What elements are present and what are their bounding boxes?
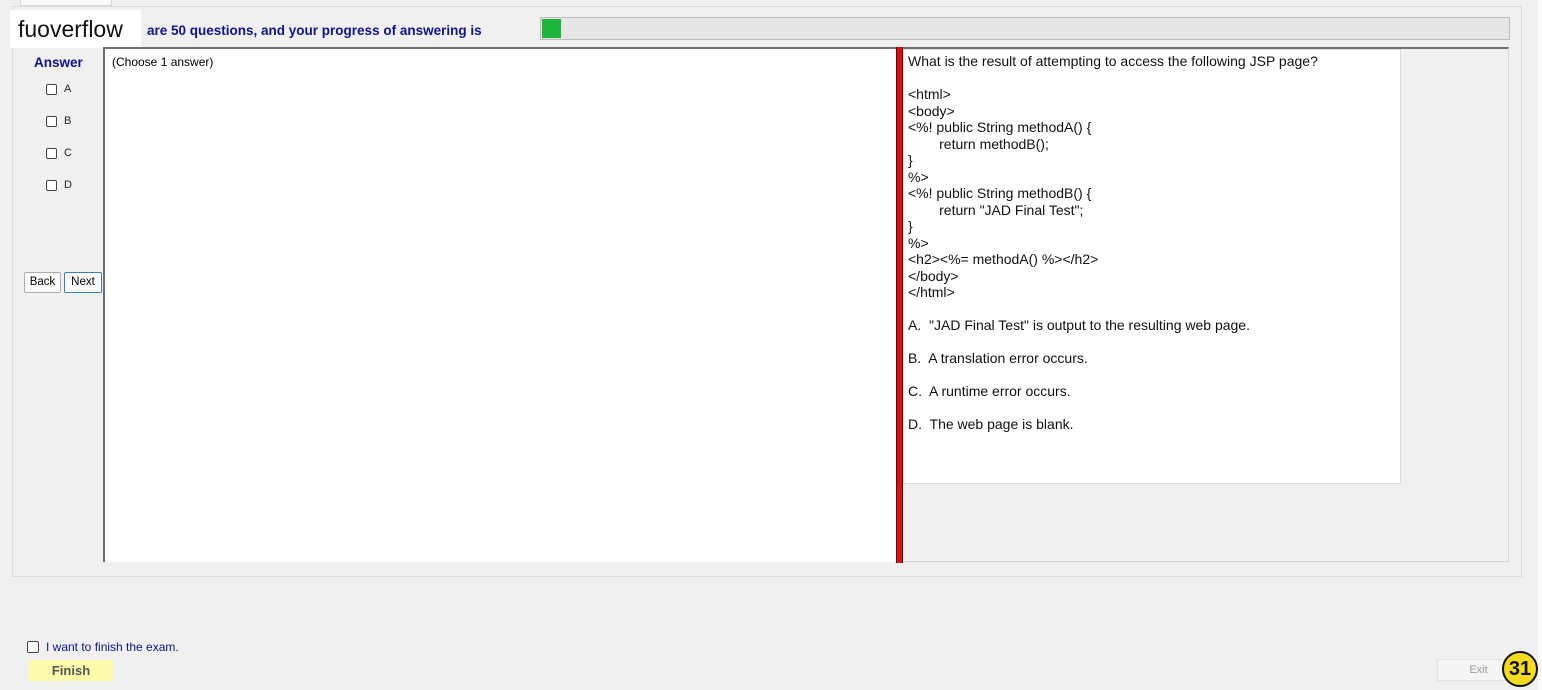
- question-line: What is the result of attempting to acce…: [908, 53, 1318, 69]
- answer-option-b[interactable]: B: [46, 115, 71, 127]
- question-pane: What is the result of attempting to acce…: [903, 49, 1401, 484]
- question-line: %>: [908, 234, 929, 251]
- answer-pane[interactable]: (Choose 1 answer): [103, 47, 897, 562]
- question-blank-line: [908, 70, 1396, 87]
- checkbox-icon[interactable]: [46, 147, 57, 159]
- answer-option-a[interactable]: A: [46, 83, 71, 95]
- question-line: D. The web page is blank.: [908, 416, 1074, 432]
- answer-option-c[interactable]: C: [46, 147, 72, 159]
- question-blank-line: [908, 367, 1396, 384]
- answer-option-label: C: [64, 147, 72, 159]
- checkbox-icon[interactable]: [27, 641, 39, 653]
- question-line: A. "JAD Final Test" is output to the res…: [908, 317, 1250, 333]
- back-button[interactable]: Back: [24, 272, 61, 293]
- question-line: <body>: [908, 102, 955, 119]
- window-edge: [1538, 0, 1542, 690]
- answer-title: Answer: [34, 55, 83, 70]
- question-line: <%! public String methodA() {: [908, 119, 1092, 135]
- progress-text: are 50 questions, and your progress of a…: [147, 23, 482, 38]
- question-line: </body>: [908, 267, 959, 284]
- answer-option-label: B: [64, 115, 72, 127]
- question-line: <%! public String methodB() {: [908, 185, 1092, 201]
- question-line: return methodB();: [908, 135, 1049, 152]
- checkbox-icon[interactable]: [46, 115, 57, 127]
- finish-exam-label: I want to finish the exam.: [46, 640, 179, 654]
- answer-option-d[interactable]: D: [46, 179, 72, 191]
- progress-fill: [542, 19, 561, 38]
- question-line: B. A translation error occurs.: [908, 350, 1088, 366]
- question-line: <html>: [908, 86, 951, 102]
- question-blank-line: [908, 400, 1396, 417]
- question-line: return "JAD Final Test";: [908, 201, 1084, 218]
- finish-button[interactable]: Finish: [29, 660, 113, 681]
- checkbox-icon[interactable]: [46, 179, 57, 191]
- checkbox-icon[interactable]: [46, 83, 57, 95]
- question-line: }: [908, 218, 913, 234]
- question-line: %>: [908, 168, 929, 185]
- pane-splitter[interactable]: [896, 47, 903, 563]
- question-line: }: [908, 152, 913, 168]
- question-blank-line: [908, 334, 1396, 351]
- question-line: </html>: [908, 284, 955, 300]
- question-line: C. A runtime error occurs.: [908, 383, 1071, 399]
- next-button[interactable]: Next: [64, 272, 102, 293]
- choose-hint: (Choose 1 answer): [112, 55, 214, 69]
- page-number-badge: 31: [1502, 651, 1538, 687]
- answer-option-label: A: [64, 83, 72, 95]
- question-line: <h2><%= methodA() %></h2>: [908, 251, 1099, 267]
- progress-bar: [540, 17, 1510, 40]
- brand-watermark: fuoverflow: [10, 10, 141, 48]
- answer-option-label: D: [64, 179, 72, 191]
- question-blank-line: [908, 301, 1396, 318]
- finish-exam-checkbox[interactable]: I want to finish the exam.: [27, 640, 179, 654]
